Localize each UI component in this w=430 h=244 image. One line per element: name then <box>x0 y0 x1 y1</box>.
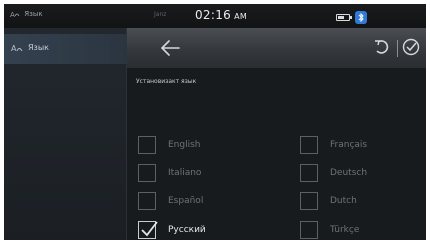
svg-text:A: A <box>10 11 15 18</box>
section-title: Установизакт язык <box>136 78 197 85</box>
checkbox[interactable] <box>138 136 156 154</box>
checkbox[interactable] <box>300 136 318 154</box>
checkbox[interactable] <box>138 192 156 210</box>
language-label: Русский <box>168 225 206 235</box>
language-label: Italiano <box>168 168 202 178</box>
language-label: Dutch <box>330 196 357 206</box>
language-label: English <box>168 140 201 150</box>
checkbox-checked[interactable] <box>138 221 158 239</box>
back-arrow-icon[interactable] <box>157 37 183 59</box>
svg-text:A: A <box>11 44 17 53</box>
checkbox[interactable] <box>300 221 318 239</box>
status-app-label: A Язык <box>10 10 43 18</box>
status-app-text: Язык <box>24 10 43 18</box>
language-label: Español <box>168 196 204 206</box>
language-label: Français <box>330 140 368 150</box>
sidebar-item-label: Язык <box>28 43 49 52</box>
language-label: Türkçe <box>330 225 360 235</box>
screen: A Язык Janz 02:16 AM A Язык Установизакт… <box>0 0 430 244</box>
check-icon <box>141 221 158 237</box>
status-center-label: Janz <box>154 11 167 18</box>
checkbox[interactable] <box>300 164 318 182</box>
clock: 02:16 AM <box>195 8 247 22</box>
language-label: Deutsch <box>330 168 368 178</box>
status-bar: A Язык Janz 02:16 AM <box>4 4 426 28</box>
language-icon: A <box>11 44 23 53</box>
clock-time: 02:16 <box>195 8 232 22</box>
battery-icon <box>336 14 352 21</box>
toolbar <box>127 28 426 68</box>
sidebar-item-language[interactable]: A Язык <box>4 34 127 64</box>
confirm-check-icon[interactable] <box>402 38 420 56</box>
checkbox[interactable] <box>138 164 156 182</box>
checkbox[interactable] <box>300 192 318 210</box>
toolbar-divider <box>397 40 398 57</box>
clock-ampm: AM <box>234 12 248 21</box>
bluetooth-icon <box>355 11 367 24</box>
language-icon: A <box>10 11 20 18</box>
undo-icon[interactable] <box>372 38 392 58</box>
main-panel: Установизакт язык English Italiano Españ… <box>127 28 426 240</box>
sidebar: A Язык <box>4 28 127 240</box>
